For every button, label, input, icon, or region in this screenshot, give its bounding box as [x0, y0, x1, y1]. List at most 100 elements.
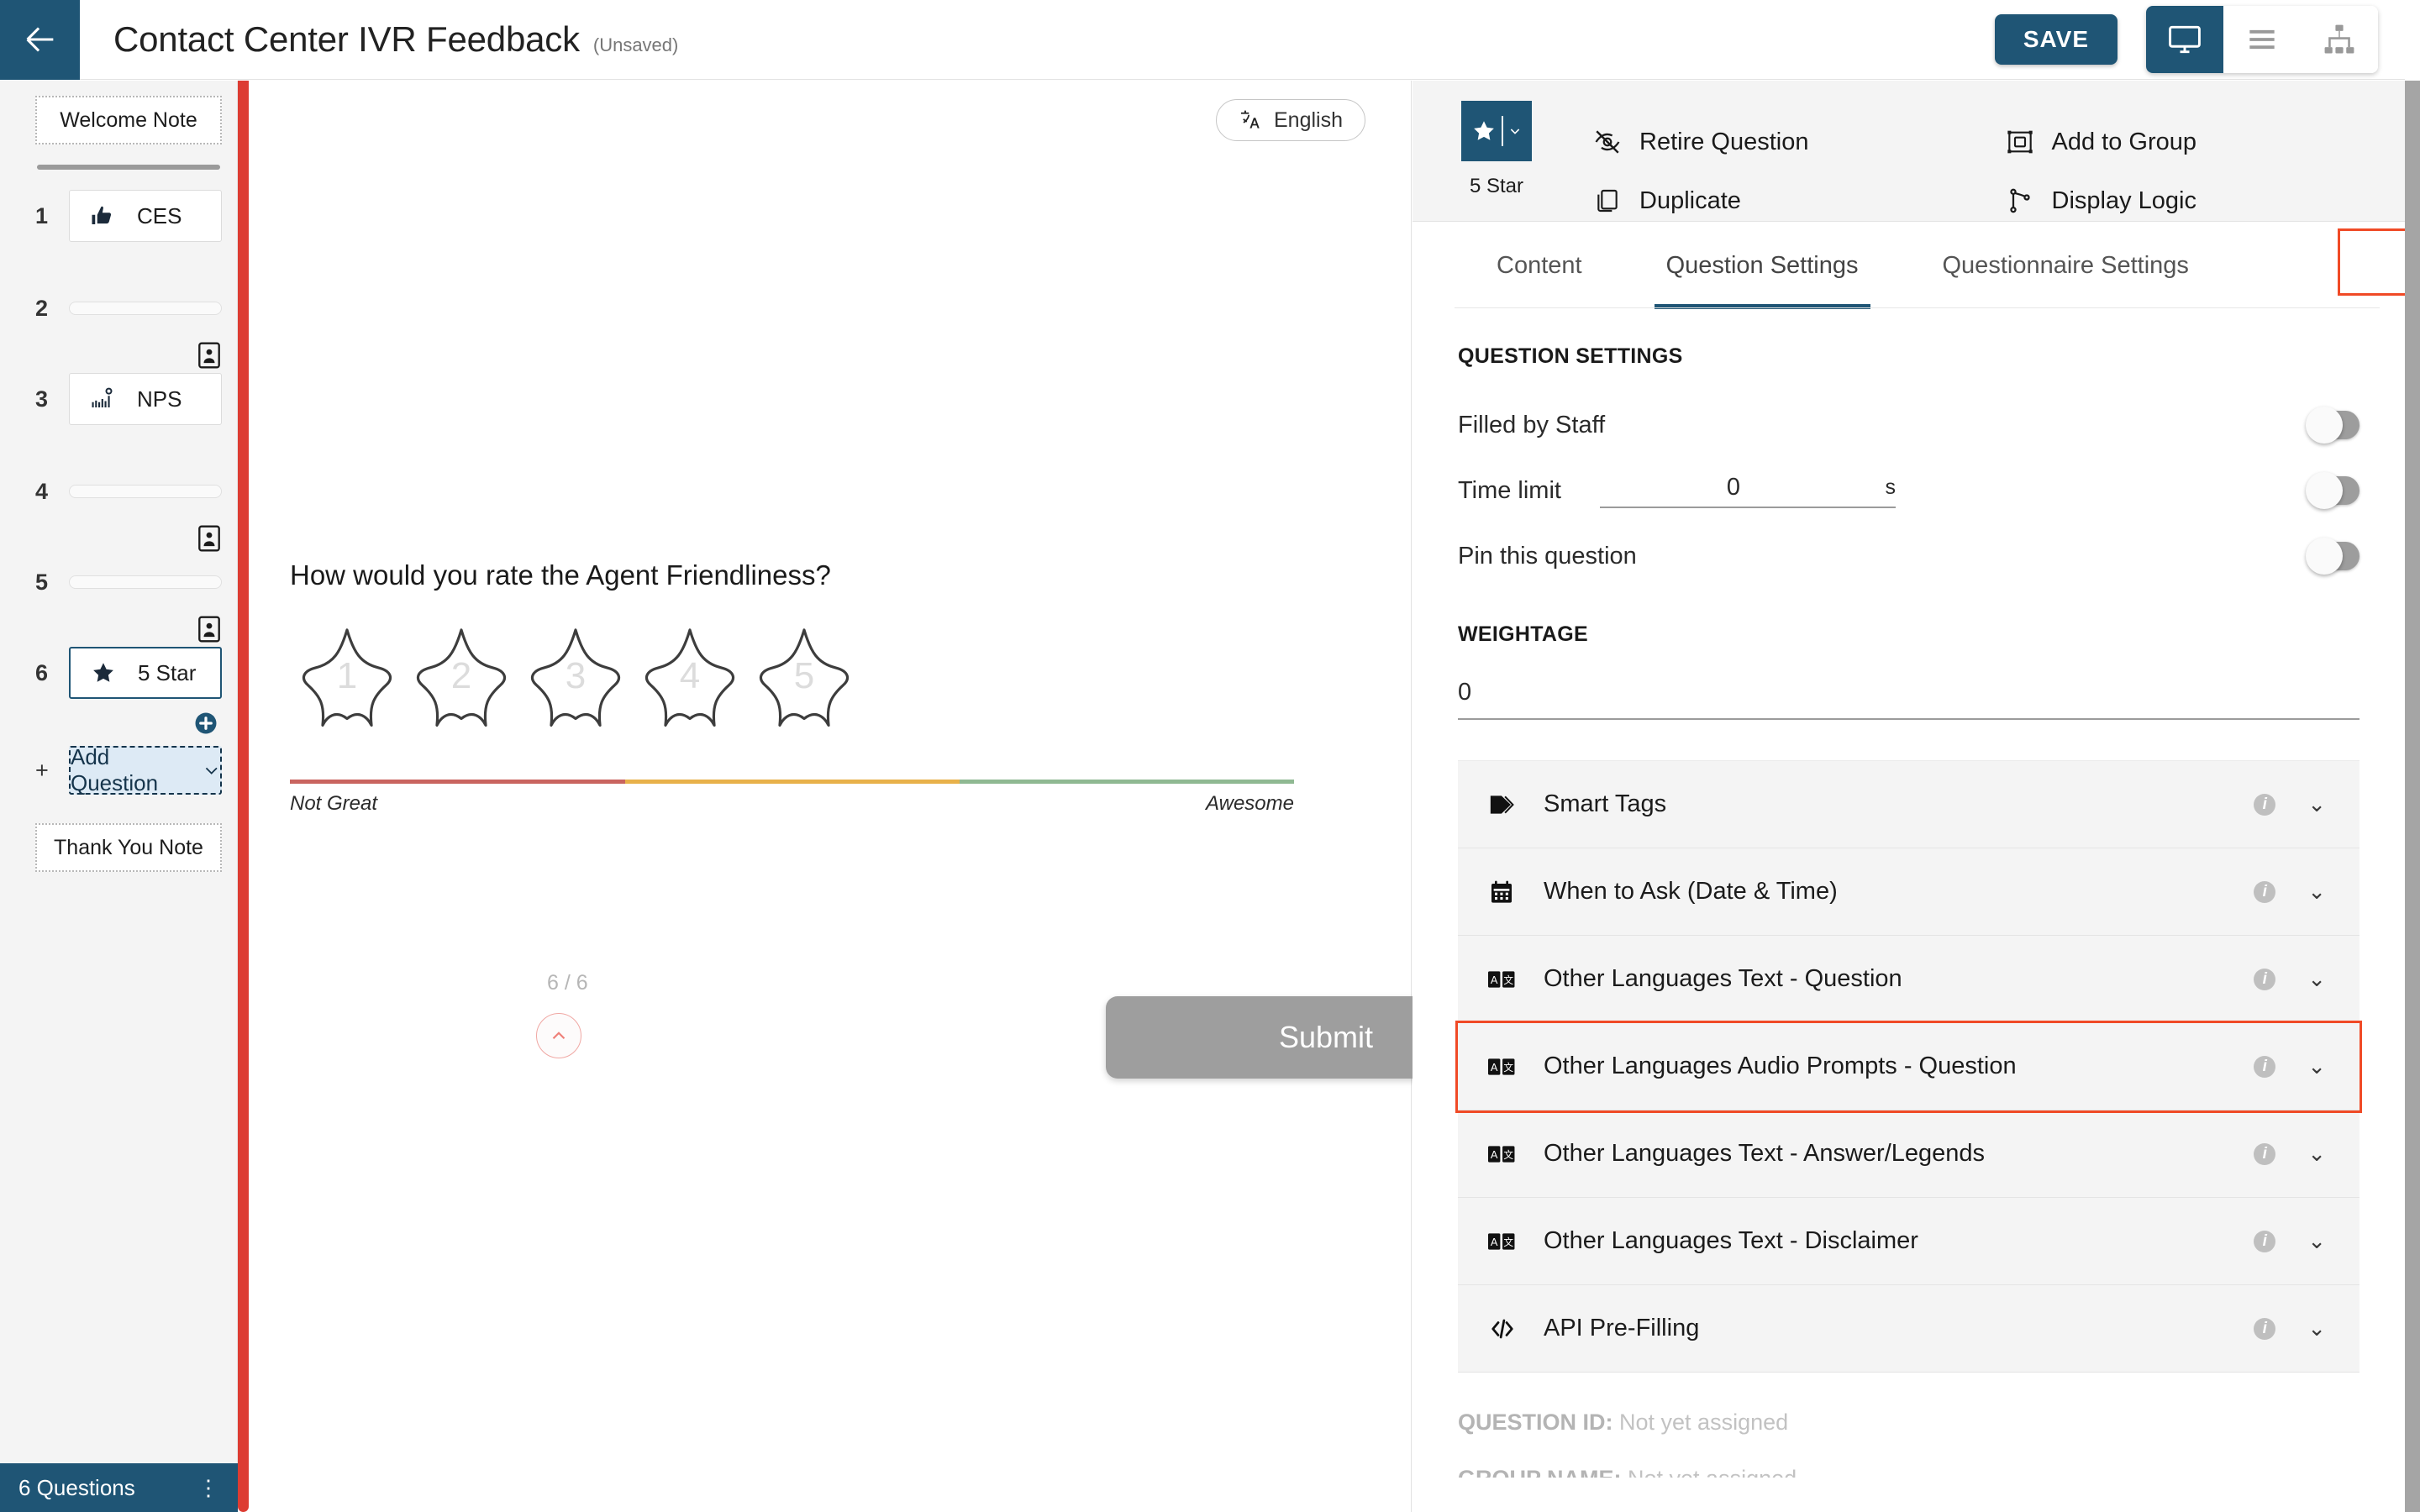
time-limit-toggle[interactable] [2306, 472, 2360, 509]
question-number: 2 [35, 295, 49, 321]
info-icon[interactable]: i [2254, 880, 2276, 903]
question-card-selected[interactable]: 5 Star [69, 647, 222, 699]
add-question-row[interactable]: + Add Question [35, 744, 222, 795]
time-limit-field[interactable]: 0 s [1599, 474, 1896, 508]
chevron-down-icon[interactable]: ⌄ [2307, 1315, 2326, 1341]
hamburger-icon [2249, 29, 2275, 50]
question-type-button[interactable] [1461, 101, 1532, 161]
save-button[interactable]: SAVE [1994, 14, 2118, 65]
right-panel-scrollbar[interactable] [2405, 81, 2420, 1512]
question-number: 5 [35, 569, 49, 595]
accordion-api-pre-filling[interactable]: API Pre-Filling i ⌄ [1458, 1285, 2360, 1373]
info-icon[interactable]: i [2254, 1055, 2276, 1078]
question-number: 3 [35, 386, 49, 412]
time-limit-value[interactable]: 0 [1600, 474, 1867, 501]
chevron-down-icon[interactable]: ⌄ [2307, 966, 2326, 992]
tab-questionnaire-settings[interactable]: Questionnaire Settings [1901, 222, 2231, 309]
view-mode-tree[interactable] [2301, 6, 2378, 73]
question-number: 1 [35, 202, 49, 228]
question-settings-title: QUESTION SETTINGS [1458, 344, 1683, 368]
view-mode-desktop[interactable] [2146, 6, 2223, 73]
question-card[interactable]: CES [69, 190, 222, 242]
scrollbar-thumb[interactable] [2405, 81, 2420, 1512]
info-icon[interactable]: i [2254, 1142, 2276, 1165]
toggle-knob [2306, 407, 2343, 444]
accordion-controls: i ⌄ [2254, 791, 2326, 817]
contact-card-icon[interactable] [198, 525, 220, 552]
accordion-other-languages-text-question[interactable]: A文 Other Languages Text - Question i ⌄ [1458, 936, 2360, 1023]
chevron-down-icon [1510, 129, 1520, 134]
retire-question-button[interactable]: Retire Question [1581, 113, 1993, 171]
question-collapsed-bar[interactable] [69, 575, 222, 589]
sidebar-question-2[interactable]: 2 [35, 282, 222, 334]
back-button[interactable] [0, 0, 80, 80]
question-toolbar: 5 Star Retire Question Add to Group Dupl… [1413, 81, 2405, 222]
accordion-other-languages-text-disclaimer[interactable]: A文 Other Languages Text - Disclaimer i ⌄ [1458, 1198, 2360, 1285]
accordion-when-to-ask[interactable]: When to Ask (Date & Time) i ⌄ [1458, 848, 2360, 936]
filled-by-staff-toggle[interactable] [2306, 407, 2360, 444]
question-collapsed-bar[interactable] [69, 302, 222, 315]
contact-card-icon[interactable] [198, 616, 220, 643]
add-to-group-button[interactable]: Add to Group [1993, 113, 2406, 171]
question-collapsed-bar[interactable] [69, 485, 222, 498]
chevron-down-icon[interactable]: ⌄ [2307, 1141, 2326, 1167]
accordion-label: Other Languages Text - Disclaimer [1544, 1227, 1918, 1254]
info-icon[interactable]: i [2254, 1317, 2276, 1340]
info-icon[interactable]: i [2254, 793, 2276, 816]
add-circle-icon[interactable] [193, 711, 218, 736]
chevron-down-icon[interactable]: ⌄ [2307, 1228, 2326, 1254]
sidebar-question-6[interactable]: 6 5 Star [35, 647, 222, 699]
star-rating-group: 1 2 3 4 5 [290, 623, 1323, 734]
action-label: Display Logic [2051, 186, 2196, 214]
info-icon[interactable]: i [2254, 1230, 2276, 1252]
sidebar-question-3[interactable]: 3 NPS [35, 373, 222, 425]
contact-card-icon[interactable] [198, 342, 220, 369]
add-question-button[interactable]: Add Question [69, 744, 222, 795]
accordion-label: When to Ask (Date & Time) [1544, 878, 1838, 905]
group-icon [2005, 127, 2035, 157]
sidebar-question-1[interactable]: 1 CES [35, 190, 222, 242]
info-icon[interactable]: i [2254, 968, 2276, 990]
accordion-other-languages-audio-prompts-question[interactable]: A文 Other Languages Audio Prompts - Quest… [1455, 1021, 2362, 1113]
sidebar: Welcome Note 1 CES 2 3 NPS 4 5 6 5 Star … [0, 81, 238, 1512]
sidebar-question-5[interactable]: 5 [35, 556, 222, 608]
scroll-up-button[interactable] [536, 1013, 581, 1058]
star-option-2[interactable]: 2 [404, 623, 518, 734]
sidebar-thank-you-note[interactable]: Thank You Note [35, 823, 222, 872]
tab-question-settings[interactable]: Question Settings [1624, 222, 1901, 309]
svg-text:文: 文 [1503, 974, 1513, 985]
setting-label: Time limit [1458, 476, 1561, 504]
star-option-5[interactable]: 5 [747, 623, 861, 734]
view-mode-group [2146, 6, 2378, 73]
pin-question-toggle[interactable] [2306, 538, 2360, 575]
star-option-1[interactable]: 1 [290, 623, 404, 734]
language-selector[interactable]: English [1216, 99, 1365, 141]
question-label: NPS [137, 386, 182, 412]
right-panel: 5 Star Retire Question Add to Group Dupl… [1413, 81, 2420, 1512]
accordion-label: Smart Tags [1544, 790, 1667, 817]
sidebar-question-4[interactable]: 4 [35, 465, 222, 517]
question-number: 4 [35, 478, 49, 504]
sidebar-welcome-note[interactable]: Welcome Note [35, 96, 222, 144]
chevron-down-icon[interactable]: ⌄ [2307, 791, 2326, 817]
weightage-input[interactable]: 0 [1458, 670, 2360, 720]
tabs-underline [1455, 307, 2380, 308]
chevron-down-icon[interactable]: ⌄ [2307, 1053, 2326, 1079]
star-option-3[interactable]: 3 [518, 623, 633, 734]
language-label: English [1274, 108, 1343, 132]
accordion-controls: i ⌄ [2254, 966, 2326, 992]
group-name-line: GROUP NAME: Not yet assigned [1458, 1466, 2360, 1478]
view-mode-list[interactable] [2223, 6, 2301, 73]
sidebar-more-menu-icon[interactable]: ⋮ [197, 1475, 219, 1501]
accordion-other-languages-text-answer-legends[interactable]: A文 Other Languages Text - Answer/Legends… [1458, 1110, 2360, 1198]
accordion-smart-tags[interactable]: Smart Tags i ⌄ [1458, 761, 2360, 848]
thank-you-wrap: Thank You Note [35, 823, 222, 872]
star-option-4[interactable]: 4 [633, 623, 747, 734]
chevron-down-icon[interactable]: ⌄ [2307, 879, 2326, 905]
question-id-value: Not yet assigned [1612, 1410, 1789, 1435]
group-name-value: Not yet assigned [1622, 1466, 1797, 1478]
tab-content[interactable]: Content [1455, 222, 1624, 309]
question-card[interactable]: NPS [69, 373, 222, 425]
arrow-left-icon [26, 27, 53, 52]
page-counter: 6 / 6 [547, 971, 588, 995]
